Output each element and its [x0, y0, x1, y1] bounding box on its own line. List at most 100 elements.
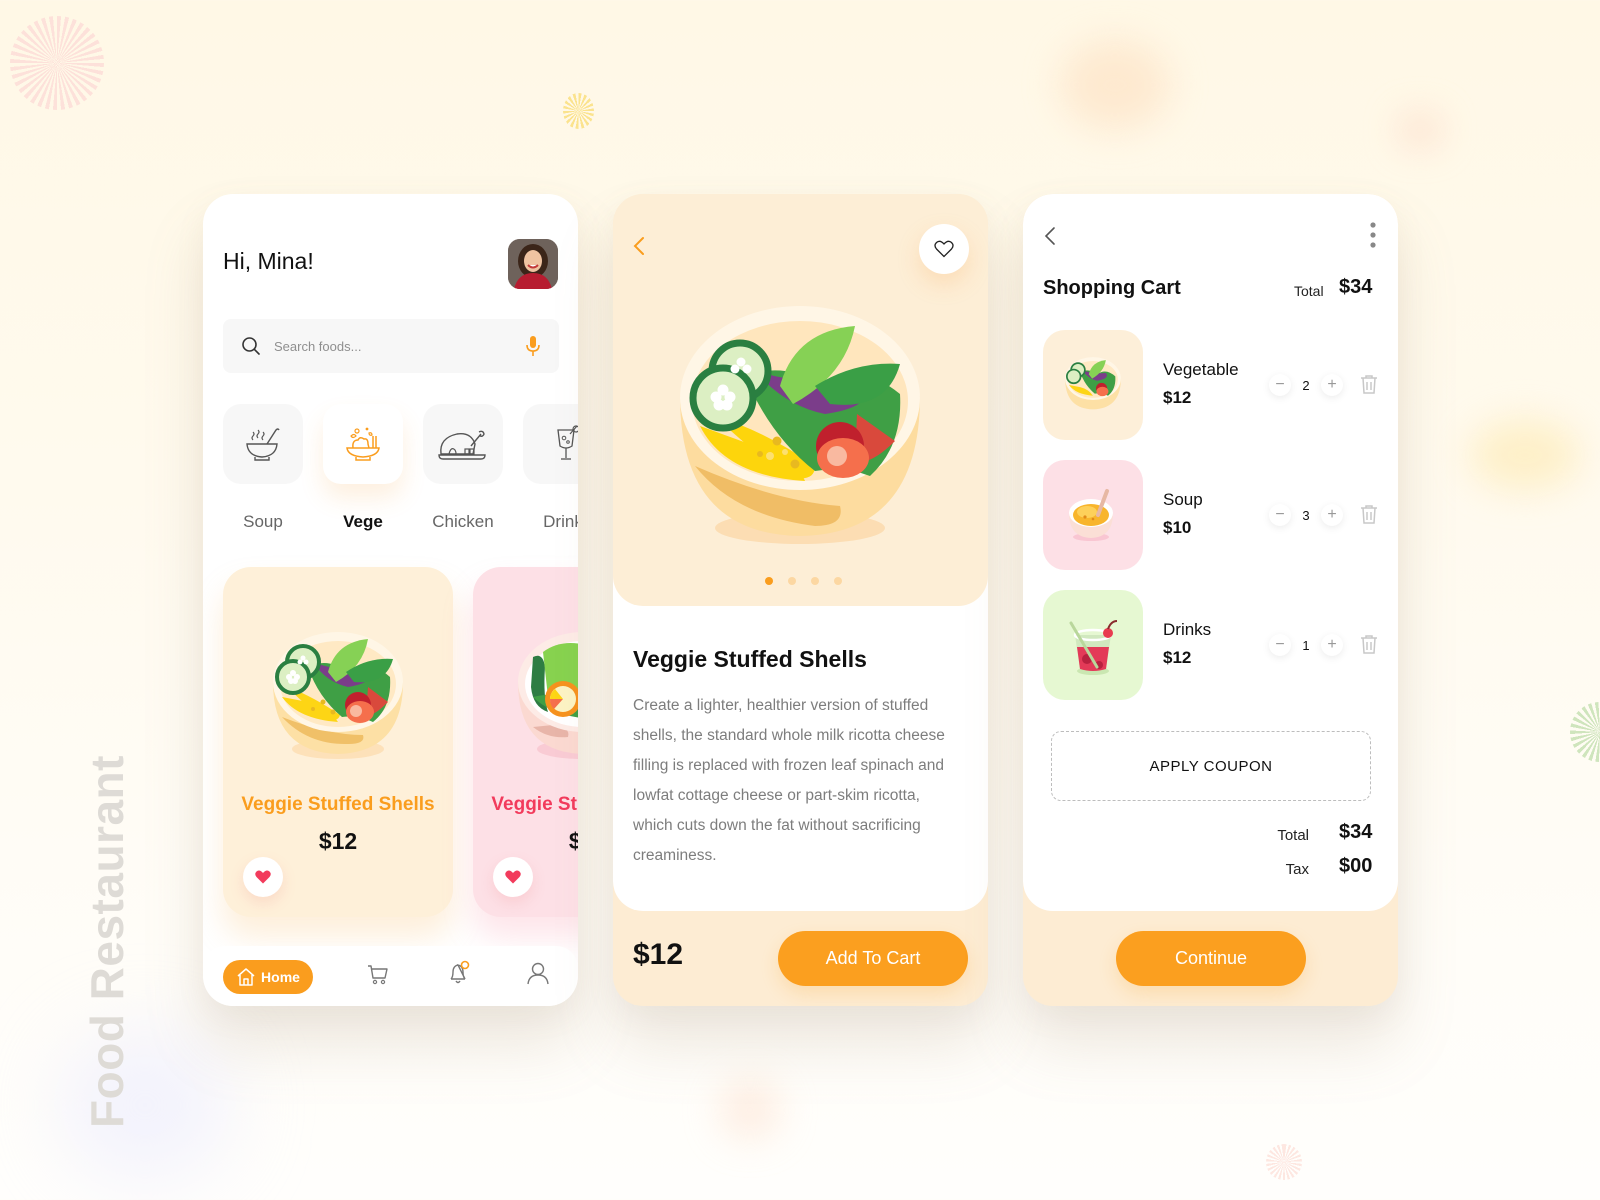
heart-outline-icon [934, 240, 954, 258]
trash-icon[interactable] [1360, 634, 1378, 654]
category-label: Chicken [432, 512, 494, 531]
category-list: Soup Vege Chicken Drin [223, 404, 578, 534]
category-label: Drink [543, 512, 578, 531]
cart-icon[interactable] [367, 963, 389, 985]
quantity-value: 3 [1302, 507, 1310, 523]
summary-tax-value: $00 [1339, 855, 1373, 877]
microphone-icon[interactable] [525, 335, 541, 357]
item-name: Soup [1163, 490, 1203, 509]
greeting: Hi, Mina! [223, 248, 314, 274]
header-total-value: $34 [1339, 276, 1373, 298]
carousel-dot[interactable] [834, 577, 842, 585]
summary-total-value: $34 [1339, 821, 1373, 843]
sunburst-decoration [10, 16, 104, 110]
decrement-button[interactable]: − [1269, 504, 1291, 526]
category-vege[interactable]: Vege [323, 404, 403, 532]
category-label: Soup [243, 512, 283, 531]
sunburst-decoration [1570, 702, 1600, 762]
cart-screen: Shopping Cart Total $34 Vegetable $12 − … [1023, 194, 1398, 1006]
decrement-button[interactable]: − [1269, 634, 1291, 656]
category-soup[interactable]: Soup [223, 404, 303, 532]
carousel-indicator [765, 577, 842, 585]
vertical-title: Food Restaurant [81, 755, 133, 1128]
item-price: $10 [1163, 518, 1192, 537]
header-total-label: Total [1294, 283, 1324, 299]
continue-button[interactable]: Continue [1116, 931, 1306, 986]
background-glow [720, 1080, 780, 1140]
item-thumbnail [1043, 330, 1143, 440]
sunburst-decoration [563, 93, 594, 129]
search-icon [242, 337, 260, 355]
detail-hero [613, 194, 988, 606]
heart-filled-icon [505, 870, 521, 884]
quantity-stepper: − 2 + [1269, 374, 1343, 396]
food-card[interactable]: Veggie Stuffed Shells $12 [223, 567, 453, 917]
salad-bowl-illustration [680, 306, 920, 544]
soup-bowl-icon [246, 428, 280, 461]
sunburst-decoration [1266, 1144, 1302, 1180]
category-tile [523, 404, 578, 484]
drink-cup-illustration [1069, 620, 1118, 675]
summary-total-label: Total [1277, 827, 1309, 844]
food-card[interactable]: Veggie Stuffed Shells $12 [473, 567, 578, 917]
background-glow [1060, 40, 1170, 130]
dish-price: $12 [633, 938, 684, 971]
search-bar[interactable] [223, 319, 559, 373]
back-arrow-icon[interactable] [1041, 224, 1061, 248]
summary-tax-label: Tax [1285, 861, 1309, 878]
salad-bowl-illustration [518, 632, 578, 759]
cart-item: Drinks $12 − 1 + [1043, 590, 1379, 700]
category-label: Vege [343, 512, 383, 531]
add-to-cart-button[interactable]: Add To Cart [778, 931, 968, 986]
increment-button[interactable]: + [1321, 634, 1343, 656]
search-input[interactable] [274, 338, 525, 354]
trash-icon[interactable] [1360, 374, 1378, 394]
carousel-dot[interactable] [788, 577, 796, 585]
increment-button[interactable]: + [1321, 374, 1343, 396]
favorite-button[interactable] [493, 857, 533, 897]
increment-button[interactable]: + [1321, 504, 1343, 526]
home-screen: Hi, Mina! Search foods... Soup Vege Chic… [203, 194, 578, 1006]
category-tile [223, 404, 303, 484]
soup-bowl-illustration [1069, 489, 1113, 541]
cocktail-icon [557, 425, 578, 460]
dish-description: Create a lighter, healthier version of s… [633, 697, 945, 864]
quantity-stepper: − 3 + [1269, 504, 1343, 526]
item-name: Drinks [1163, 620, 1212, 639]
food-price: $12 [568, 828, 578, 854]
user-icon[interactable] [526, 961, 550, 985]
avatar-photo-icon [508, 239, 558, 289]
home-icon [237, 968, 255, 986]
detail-screen: Veggie Stuffed Shells Create a lighter, … [613, 194, 988, 1006]
food-name: Veggie Stuffed Shells [241, 794, 435, 815]
cart-content-area: Shopping Cart Total $34 Vegetable $12 − … [1023, 194, 1398, 911]
roast-chicken-icon [438, 430, 486, 460]
dish-title: Veggie Stuffed Shells [633, 646, 867, 672]
cart-item: Vegetable $12 − 2 + [1043, 330, 1379, 440]
back-arrow-icon[interactable] [628, 234, 652, 258]
category-drink[interactable]: Drink [523, 404, 578, 532]
nav-home-button[interactable]: Home [223, 960, 313, 994]
cart-item: Soup $10 − 3 + [1043, 460, 1379, 570]
favorite-button[interactable] [919, 224, 969, 274]
trash-icon[interactable] [1360, 504, 1378, 524]
category-chicken[interactable]: Chicken [423, 404, 503, 532]
favorite-button[interactable] [243, 857, 283, 897]
item-thumbnail [1043, 590, 1143, 700]
bottom-navigation: Home [203, 946, 578, 1006]
apply-coupon-button[interactable]: APPLY COUPON [1051, 731, 1371, 801]
more-options-icon[interactable] [1370, 221, 1376, 249]
decrement-button[interactable]: − [1269, 374, 1291, 396]
item-name: Vegetable [1163, 360, 1239, 379]
carousel-dot[interactable] [811, 577, 819, 585]
quantity-value: 1 [1302, 637, 1310, 653]
category-tile [423, 404, 503, 484]
carousel-dot[interactable] [765, 577, 773, 585]
avatar[interactable] [508, 239, 558, 289]
category-tile [323, 404, 403, 484]
salad-bowl-illustration [273, 632, 403, 759]
background-glow [1470, 420, 1580, 490]
quantity-stepper: − 1 + [1269, 634, 1343, 656]
bell-icon[interactable] [447, 960, 471, 986]
food-price: $12 [318, 828, 358, 854]
